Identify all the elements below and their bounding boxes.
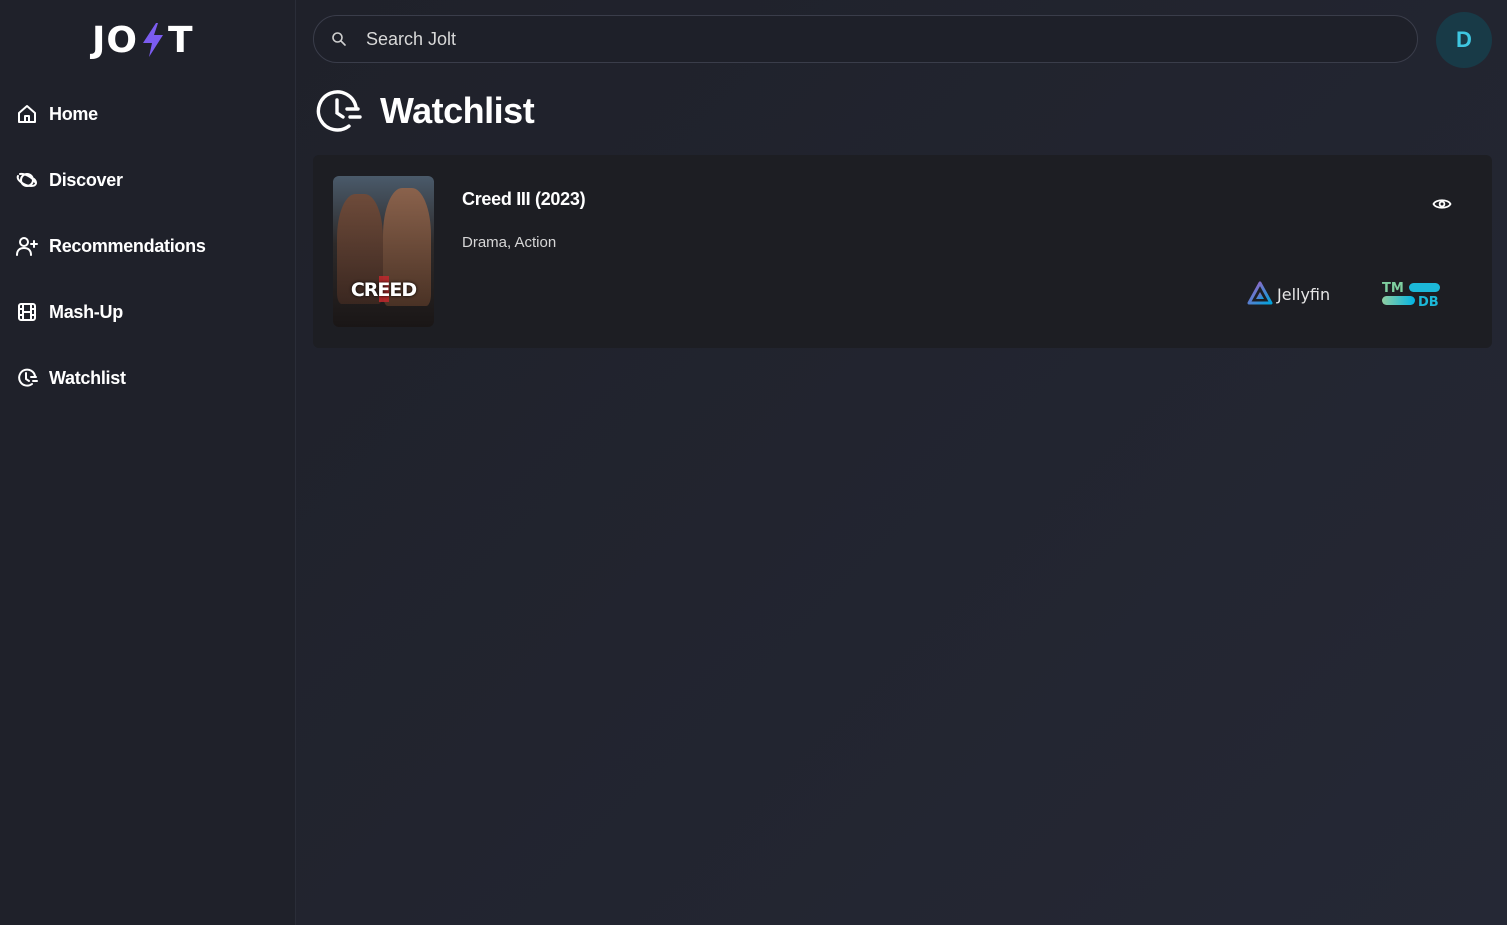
jolt-logo[interactable]: JO T: [92, 18, 194, 62]
watched-toggle-button[interactable]: [1430, 194, 1454, 218]
provider-label: Jellyfin: [1277, 284, 1331, 304]
search-icon: [331, 31, 347, 47]
svg-text:TM: TM: [1382, 281, 1404, 296]
app-root: JO T Home Discover Recommendations Mash-…: [0, 0, 1507, 925]
sidebar-item-home[interactable]: Home: [0, 90, 296, 138]
sidebar: JO T Home Discover Recommendations Mash-…: [0, 0, 296, 925]
main-content: D Watchlist CREED Creed III (2023) Drama…: [296, 0, 1507, 925]
sidebar-item-label: Watchlist: [49, 367, 126, 388]
eye-icon: [1432, 194, 1452, 219]
avatar-initial: D: [1456, 27, 1472, 52]
tmdb-icon: TM DB: [1382, 281, 1442, 312]
avatar[interactable]: D: [1436, 12, 1492, 68]
poster-title-text: CREED: [350, 279, 417, 301]
svg-text:DB: DB: [1418, 295, 1439, 308]
provider-jellyfin[interactable]: Jellyfin: [1247, 281, 1330, 307]
logo-text-right: T: [168, 19, 194, 61]
bolt-icon: [140, 22, 166, 58]
sidebar-item-discover[interactable]: Discover: [0, 156, 296, 204]
search-input[interactable]: [364, 27, 1368, 51]
sidebar-item-label: Home: [49, 103, 98, 124]
sidebar-item-recommendations[interactable]: Recommendations: [0, 222, 296, 270]
sidebar-item-label: Recommendations: [49, 235, 206, 256]
jellyfin-icon: [1247, 281, 1273, 307]
page-title: Watchlist: [380, 90, 535, 131]
watchlist-card: CREED Creed III (2023) Drama, Action Jel…: [313, 155, 1492, 348]
watchlist-clock-icon: [316, 88, 362, 134]
planet-icon: [16, 169, 38, 191]
sidebar-item-label: Discover: [49, 169, 123, 190]
user-plus-icon: [16, 235, 38, 257]
logo-text-left: JO: [92, 19, 138, 61]
page-header: Watchlist: [316, 86, 535, 136]
film-icon: [16, 301, 38, 323]
movie-poster[interactable]: CREED: [333, 176, 434, 327]
home-icon: [16, 103, 38, 125]
sidebar-item-label: Mash-Up: [49, 301, 123, 322]
provider-tmdb[interactable]: TM DB: [1382, 280, 1442, 310]
search-bar[interactable]: [313, 15, 1418, 63]
sidebar-item-mash-up[interactable]: Mash-Up: [0, 288, 296, 336]
sidebar-nav: Home Discover Recommendations Mash-Up Wa…: [0, 90, 296, 420]
movie-genres: Drama, Action: [462, 234, 557, 251]
sidebar-item-watchlist[interactable]: Watchlist: [0, 354, 296, 402]
watchlist-clock-icon: [16, 367, 38, 389]
movie-title[interactable]: Creed III (2023): [462, 189, 586, 210]
